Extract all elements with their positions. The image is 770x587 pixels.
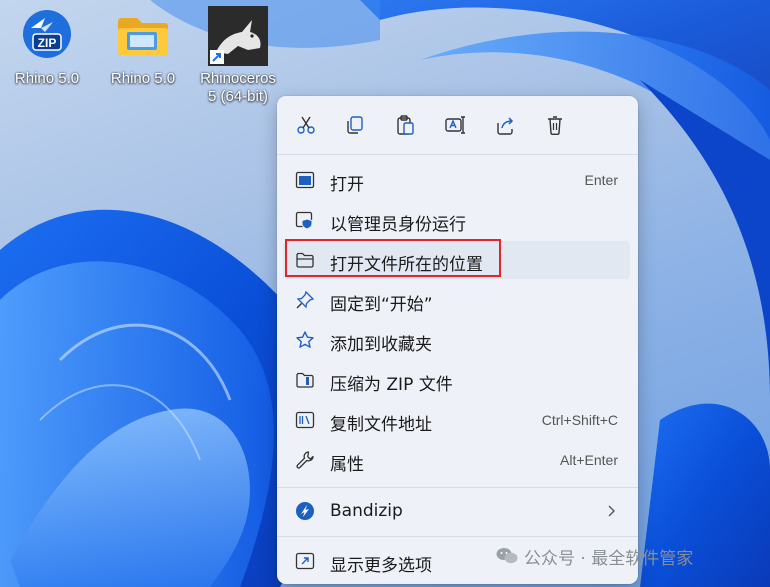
menu-item-label: 固定到“开始” (330, 295, 433, 315)
menu-divider (277, 154, 638, 155)
menu-item-label: 属性 (330, 455, 364, 475)
watermark-text: 公众号 · 最全软件管家 (524, 548, 694, 569)
menu-item-shortcut: Alt+Enter (560, 452, 618, 468)
menu-item-label: 以管理员身份运行 (330, 215, 466, 235)
menu-divider (277, 536, 638, 537)
paste-button[interactable] (389, 110, 421, 140)
desktop-icon-rhino-folder[interactable]: Rhino 5.0 (103, 6, 183, 88)
desktop-icon-label-line1: Rhinoceros (200, 70, 276, 87)
copy-path-icon (295, 411, 315, 429)
context-menu: 打开 Enter 以管理员身份运行 打开文件所在的位置 固定到“开始” 添加到收… (277, 96, 638, 584)
desktop-icon-rhino-zip[interactable]: ZIP Rhino 5.0 (7, 6, 87, 88)
menu-item-open[interactable]: 打开 Enter (283, 161, 630, 199)
menu-item-label: Bandizip (330, 501, 403, 521)
zip-badge: ZIP (38, 36, 57, 50)
desktop-icon-label-line2: 5 (64-bit) (207, 88, 269, 105)
pin-icon (296, 290, 315, 309)
desktop-icon-label: Rhino 5.0 (110, 70, 176, 87)
rhinoceros-app-icon (208, 6, 268, 66)
run-as-admin-icon (295, 211, 313, 230)
zip-folder-icon (296, 372, 314, 388)
share-button[interactable] (489, 110, 521, 140)
desktop: ZIP Rhino 5.0 Rhino 5.0 Rhinoceros 5 (64… (0, 0, 770, 587)
open-icon (295, 171, 315, 189)
share-icon (497, 117, 514, 135)
menu-item-label: 压缩为 ZIP 文件 (330, 375, 453, 395)
menu-divider (277, 487, 638, 488)
rename-icon (445, 116, 465, 134)
desktop-icon-label: Rhino 5.0 (14, 70, 80, 87)
menu-item-copy-path[interactable]: 复制文件地址 Ctrl+Shift+C (283, 401, 630, 439)
cut-button[interactable] (290, 110, 322, 140)
menu-item-properties[interactable]: 属性 Alt+Enter (283, 441, 630, 479)
menu-item-label: 打开 (330, 175, 364, 195)
copy-button[interactable] (339, 110, 371, 140)
menu-item-label: 添加到收藏夹 (330, 335, 432, 355)
star-icon (296, 331, 314, 348)
menu-item-shortcut: Ctrl+Shift+C (541, 412, 618, 428)
menu-item-compress-zip[interactable]: 压缩为 ZIP 文件 (283, 361, 630, 399)
bandizip-icon (296, 502, 314, 520)
folder-outline-icon (296, 252, 314, 268)
wrench-icon (296, 451, 314, 469)
menu-item-label: 打开文件所在的位置 (330, 255, 483, 275)
paste-icon (397, 115, 414, 135)
menu-item-shortcut: Enter (584, 172, 618, 188)
context-menu-toolbar (277, 96, 638, 154)
desktop-icon-label: Rhinoceros 5 (64-bit) (198, 70, 278, 106)
menu-item-bandizip[interactable]: Bandizip (283, 492, 630, 530)
cut-icon (297, 116, 315, 134)
wechat-icon (496, 548, 518, 564)
menu-item-label: 显示更多选项 (330, 556, 432, 576)
zip-archive-icon: ZIP (19, 6, 75, 62)
delete-button[interactable] (539, 110, 571, 140)
chevron-right-icon (608, 505, 615, 517)
folder-icon (115, 6, 171, 62)
rename-button[interactable] (439, 110, 471, 140)
menu-item-pin-to-start[interactable]: 固定到“开始” (283, 281, 630, 319)
menu-item-label: 复制文件地址 (330, 415, 432, 435)
menu-item-run-as-admin[interactable]: 以管理员身份运行 (283, 201, 630, 239)
menu-item-open-file-location[interactable]: 打开文件所在的位置 (283, 241, 630, 279)
more-options-icon (295, 552, 315, 570)
menu-item-add-to-favorites[interactable]: 添加到收藏夹 (283, 321, 630, 359)
delete-icon (548, 116, 562, 135)
copy-icon (347, 116, 363, 134)
desktop-icon-rhinoceros[interactable]: Rhinoceros 5 (64-bit) (198, 6, 278, 106)
watermark: 公众号 · 最全软件管家 (496, 545, 694, 569)
